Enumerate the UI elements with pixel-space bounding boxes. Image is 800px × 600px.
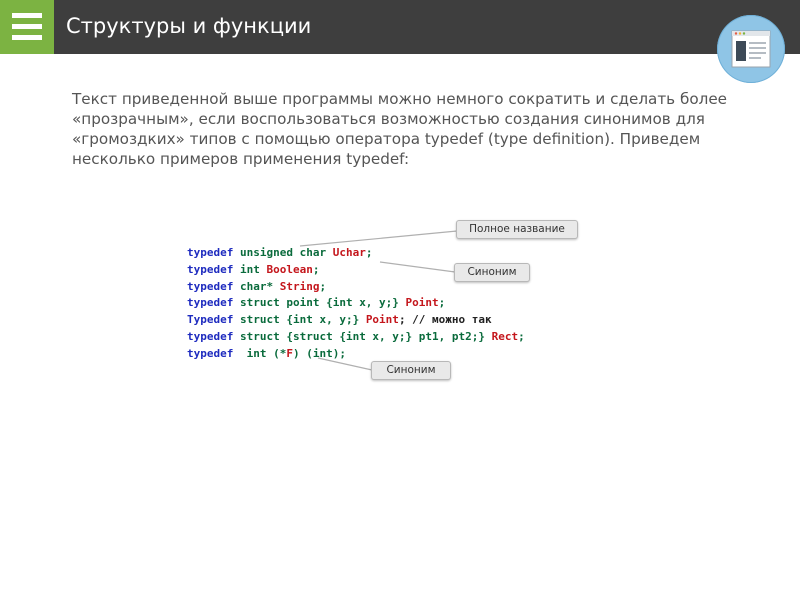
code-token: typedef <box>187 329 234 343</box>
code-token: Rect <box>491 329 519 343</box>
code-token: F <box>286 346 293 360</box>
code-token: int (* <box>233 346 287 360</box>
code-token: typedef <box>187 262 234 276</box>
code-token: typedef <box>187 246 234 259</box>
code-token: ; // можно так <box>398 313 492 327</box>
code-line: typedef unsigned char Uchar; <box>187 245 525 262</box>
code-token: unsigned char <box>233 246 333 259</box>
code-token: Boolean <box>266 262 313 276</box>
code-token: typedef <box>187 279 234 293</box>
code-token: ; <box>312 262 320 276</box>
code-token: ) (int); <box>292 346 346 360</box>
code-line: typedef struct {struct {int x, y;} pt1, … <box>187 329 525 346</box>
document-icon <box>731 30 771 68</box>
code-token: ; <box>518 329 525 343</box>
code-line: typedef int (*F) (int); <box>187 346 525 363</box>
code-token: String <box>279 279 320 293</box>
code-token: typedef <box>187 346 234 360</box>
menu-button[interactable] <box>0 0 54 54</box>
callout-synonym-2: Синоним <box>371 361 451 380</box>
code-token: struct {struct {int x, y;} pt1, pt2;} <box>233 329 492 343</box>
callout-full-name: Полное название <box>456 220 578 239</box>
code-token: Point <box>365 313 399 327</box>
code-token: ; <box>365 246 373 259</box>
document-badge <box>717 15 785 83</box>
code-line: typedef struct point {int x, y;} Point; <box>187 295 525 312</box>
leader-line-full-name <box>299 230 458 247</box>
code-token: struct point {int x, y;} <box>233 296 406 310</box>
code-token: Uchar <box>332 246 366 259</box>
code-token: ; <box>438 296 446 310</box>
page-title: Структуры и функции <box>66 14 312 38</box>
intro-paragraph: Текст приведенной выше программы можно н… <box>72 90 728 168</box>
code-token: ; <box>319 279 327 293</box>
code-token: Typedef <box>187 313 234 327</box>
header-bar: Структуры и функции <box>0 0 800 54</box>
code-token: char* <box>233 279 280 293</box>
code-token: Point <box>405 296 439 310</box>
callout-synonym-1: Синоним <box>454 263 530 282</box>
code-token: struct {int x, y;} <box>233 313 366 327</box>
code-token: typedef <box>187 296 234 310</box>
code-line: Typedef struct {int x, y;} Point; // мож… <box>187 312 525 329</box>
code-token: int <box>233 262 267 276</box>
